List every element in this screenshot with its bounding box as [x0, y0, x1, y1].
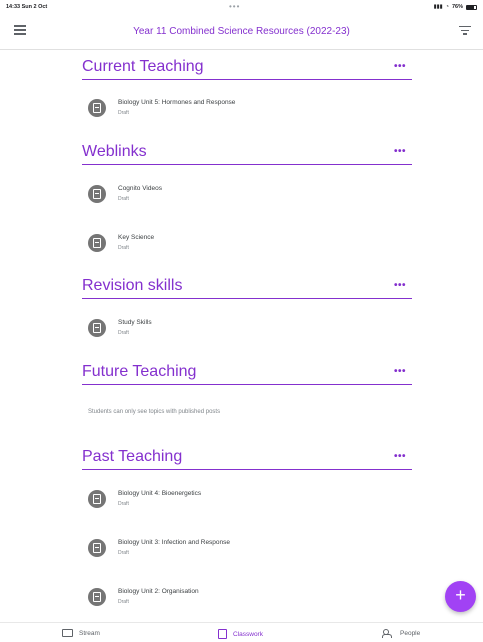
- bottom-navigation: Stream Classwork People: [0, 622, 483, 642]
- item-title: Key Science: [118, 234, 155, 241]
- item-status: Draft: [118, 501, 129, 507]
- more-options-icon[interactable]: •••: [394, 280, 406, 291]
- topic-title: Weblinks: [82, 143, 147, 160]
- item-status: Draft: [118, 196, 129, 202]
- more-options-icon[interactable]: •••: [394, 61, 406, 72]
- signal-icon: ▮▮▮: [433, 4, 443, 10]
- filter-icon[interactable]: [459, 26, 471, 36]
- list-item[interactable]: Study Skills Draft: [88, 316, 388, 346]
- class-title: Year 11 Combined Science Resources (2022…: [133, 26, 350, 37]
- topic-revision-skills: Revision skills •••: [82, 271, 412, 299]
- topic-title: Current Teaching: [82, 58, 204, 75]
- topic-weblinks: Weblinks •••: [82, 137, 412, 165]
- item-status: Draft: [118, 330, 129, 336]
- classwork-icon: [218, 629, 227, 639]
- assignment-icon: [88, 490, 106, 508]
- stream-icon: [62, 629, 73, 637]
- nav-people[interactable]: People: [382, 629, 420, 638]
- status-indicators: ▮▮▮ ◔ 76%: [434, 4, 477, 10]
- people-icon: [382, 629, 394, 638]
- item-title: Biology Unit 2: Organisation: [118, 588, 199, 595]
- battery-icon: [466, 4, 477, 10]
- nav-label: People: [400, 630, 421, 637]
- topic-header: Revision skills •••: [82, 271, 412, 299]
- more-options-icon[interactable]: •••: [394, 451, 406, 462]
- topic-title: Future Teaching: [82, 363, 197, 380]
- topic-header: Weblinks •••: [82, 137, 412, 165]
- item-title: Study Skills: [118, 319, 152, 326]
- assignment-icon: [88, 185, 106, 203]
- list-item[interactable]: Biology Unit 3: Infection and Response D…: [88, 536, 388, 566]
- item-title: Biology Unit 3: Infection and Response: [118, 539, 231, 546]
- nav-stream[interactable]: Stream: [62, 629, 100, 637]
- more-options-icon[interactable]: •••: [394, 366, 406, 377]
- list-item[interactable]: Biology Unit 5: Hormones and Response Dr…: [88, 96, 388, 126]
- battery-level: 76%: [451, 4, 463, 10]
- wifi-icon: ◔: [445, 4, 449, 10]
- topic-current-teaching: Current Teaching •••: [82, 52, 412, 80]
- item-status: Draft: [118, 245, 129, 251]
- nav-label: Classwork: [233, 630, 263, 638]
- assignment-icon: [88, 319, 106, 337]
- list-item[interactable]: Biology Unit 4: Bioenergetics Draft: [88, 487, 388, 517]
- empty-topic-note: Students can only see topics with publis…: [88, 409, 221, 415]
- multitask-dots-icon[interactable]: •••: [229, 2, 240, 11]
- list-item[interactable]: Biology Unit 2: Organisation Draft: [88, 585, 388, 615]
- status-time: 14:33 Sun 2 Oct: [6, 4, 48, 10]
- more-options-icon[interactable]: •••: [394, 146, 406, 157]
- assignment-icon: [88, 234, 106, 252]
- topic-title: Revision skills: [82, 277, 183, 294]
- topic-header: Past Teaching •••: [82, 442, 412, 470]
- item-status: Draft: [118, 599, 129, 605]
- topic-future-teaching: Future Teaching •••: [82, 357, 412, 385]
- nav-label: Stream: [79, 629, 100, 637]
- topic-header: Future Teaching •••: [82, 357, 412, 385]
- nav-classwork[interactable]: Classwork: [218, 629, 263, 639]
- assignment-icon: [88, 539, 106, 557]
- item-status: Draft: [118, 110, 129, 116]
- item-title: Biology Unit 4: Bioenergetics: [118, 490, 202, 497]
- list-item[interactable]: Key Science Draft: [88, 231, 388, 261]
- topic-past-teaching: Past Teaching •••: [82, 442, 412, 470]
- item-status: Draft: [118, 550, 129, 556]
- status-bar: 14:33 Sun 2 Oct ••• ▮▮▮ ◔ 76%: [0, 0, 483, 14]
- create-button[interactable]: +: [445, 581, 476, 612]
- item-title: Cognito Videos: [118, 185, 162, 192]
- topic-header: Current Teaching •••: [82, 52, 412, 80]
- assignment-icon: [88, 588, 106, 606]
- app-bar: Year 11 Combined Science Resources (2022…: [0, 14, 483, 50]
- item-title: Biology Unit 5: Hormones and Response: [118, 99, 236, 106]
- list-item[interactable]: Cognito Videos Draft: [88, 182, 388, 212]
- topic-title: Past Teaching: [82, 448, 183, 465]
- assignment-icon: [88, 99, 106, 117]
